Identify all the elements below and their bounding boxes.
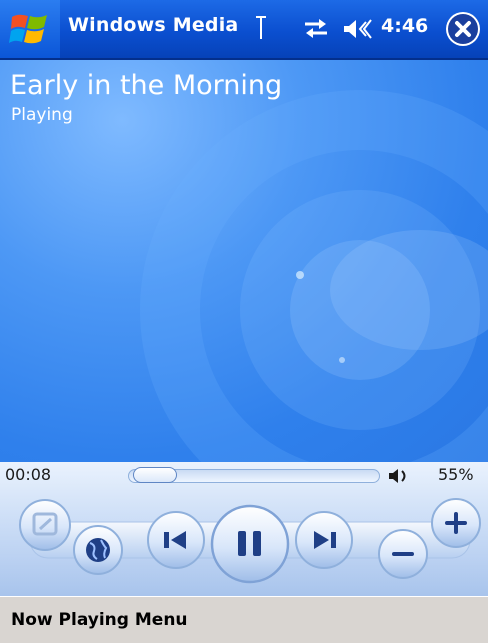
pause-button[interactable] — [210, 504, 290, 584]
title-bar: Windows Media 4:46 — [0, 0, 488, 60]
signal-strength-icon[interactable] — [254, 15, 268, 41]
globe-icon — [86, 538, 110, 562]
menu-bar: Now Playing Menu — [0, 596, 488, 643]
softkey-now-playing-menu[interactable]: Now Playing Menu — [11, 610, 188, 630]
next-track-button[interactable] — [295, 511, 353, 569]
seek-thumb[interactable] — [133, 467, 177, 483]
playback-controls: 00:08 55% — [0, 462, 488, 596]
windows-flag-icon — [9, 14, 47, 44]
seek-bar[interactable] — [128, 467, 380, 483]
track-title: Early in the Morning — [10, 70, 283, 101]
transport-button-bar — [19, 498, 481, 584]
connectivity-icon[interactable] — [303, 17, 329, 39]
close-icon — [448, 14, 478, 44]
volume-percent: 55% — [438, 465, 474, 484]
clock[interactable]: 4:46 — [381, 15, 428, 37]
visualization-button[interactable] — [19, 499, 71, 551]
speaker-volume-icon[interactable] — [342, 17, 372, 41]
start-button[interactable] — [0, 0, 60, 58]
speaker-icon[interactable] — [388, 468, 412, 484]
softkey-menu[interactable]: Menu — [135, 610, 188, 630]
web-globe-button[interactable] — [73, 525, 123, 575]
close-button[interactable] — [446, 12, 480, 46]
volume-down-button[interactable] — [378, 529, 428, 579]
now-playing-area: Early in the Morning Playing — [0, 60, 488, 462]
volume-up-button[interactable] — [431, 498, 481, 548]
elapsed-time: 00:08 — [5, 465, 52, 484]
playback-status: Playing — [11, 105, 73, 125]
softkey-now-playing[interactable]: Now Playing — [11, 610, 129, 630]
previous-track-button[interactable] — [147, 511, 205, 569]
media-player-screen: Windows Media 4:46 Early in the Morning … — [0, 0, 488, 643]
app-title: Windows Media — [68, 14, 239, 36]
background-swirl-decoration — [140, 90, 488, 462]
